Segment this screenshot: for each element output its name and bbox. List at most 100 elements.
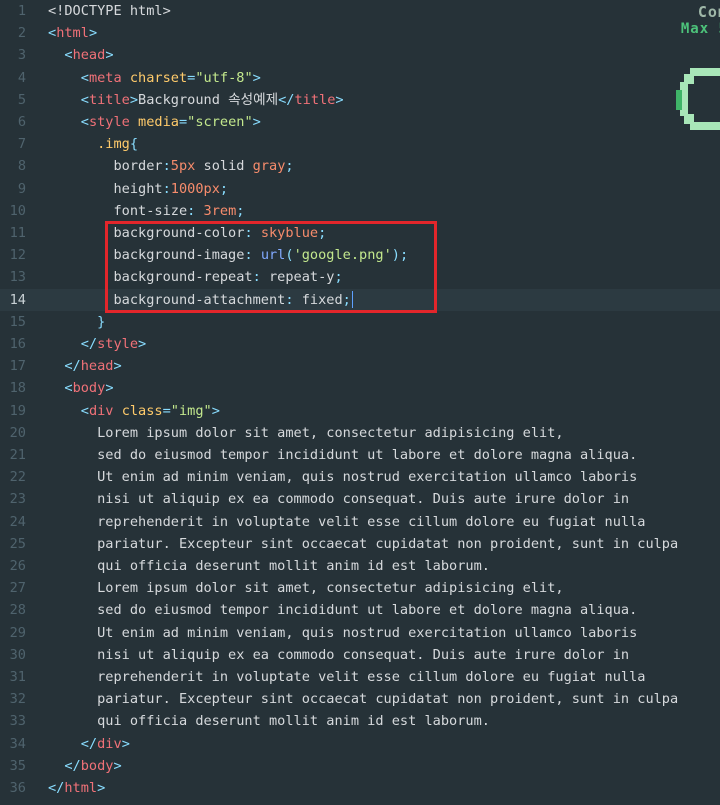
code-token: < xyxy=(64,380,73,397)
code-token: > xyxy=(88,25,98,42)
code-line[interactable]: 2 <html> xyxy=(0,22,720,44)
code-text[interactable]: } xyxy=(48,311,105,333)
code-line[interactable]: 35 </body> xyxy=(0,755,720,777)
code-line[interactable]: 29 Ut enim ad minim veniam, quis nostrud… xyxy=(0,622,720,644)
minimap-line-2: Max 5 xyxy=(680,21,720,37)
code-text[interactable]: .img{ xyxy=(48,133,138,155)
line-number: 1 xyxy=(17,3,26,19)
code-line[interactable]: 26 qui officia deserunt mollit anim id e… xyxy=(0,555,720,577)
code-token: body xyxy=(80,757,114,774)
code-line[interactable]: 24 reprehenderit in voluptate velit esse… xyxy=(0,511,720,533)
code-editor[interactable]: 1 <!DOCTYPE html> 2 <html> 3 <head> 4 <meta c… xyxy=(0,0,720,805)
code-text[interactable]: </div> xyxy=(48,733,130,755)
code-line[interactable]: 4 <meta charset="utf-8"> xyxy=(0,67,720,89)
code-token: > xyxy=(105,380,114,397)
code-text[interactable]: Lorem ipsum dolor sit amet, consectetur … xyxy=(48,577,564,599)
code-token: class xyxy=(121,402,163,419)
code-token: qui officia deserunt mollit anim id est … xyxy=(48,558,490,574)
line-number: 33 xyxy=(9,713,26,730)
code-line[interactable]: 9 height:1000px; xyxy=(0,178,720,200)
code-line[interactable]: 23 nisi ut aliquip ex ea commodo consequ… xyxy=(0,488,720,510)
code-text[interactable]: <body> xyxy=(48,377,114,399)
code-token: 5px xyxy=(170,158,196,175)
code-text[interactable]: reprehenderit in voluptate velit esse ci… xyxy=(48,666,645,688)
line-number: 5 xyxy=(17,91,26,108)
code-text[interactable]: </body> xyxy=(48,755,121,777)
line-number: 20 xyxy=(9,424,26,441)
code-line[interactable]: 21 sed do eiusmod tempor incididunt ut l… xyxy=(0,444,720,466)
code-line[interactable]: 31 reprehenderit in voluptate velit esse… xyxy=(0,666,720,688)
code-token: meta xyxy=(88,69,122,86)
code-text[interactable]: Ut enim ad minim veniam, quis nostrud ex… xyxy=(48,466,637,488)
code-text[interactable]: height:1000px; xyxy=(48,178,228,200)
line-number: 24 xyxy=(9,513,26,530)
code-token: media xyxy=(138,114,179,130)
code-line[interactable]: 5 <title>Background 속성예제</title> xyxy=(0,89,720,111)
line-number: 30 xyxy=(9,646,26,663)
code-text[interactable]: <title>Background 속성예제</title> xyxy=(48,89,344,111)
code-text[interactable]: reprehenderit in voluptate velit esse ci… xyxy=(48,511,645,533)
code-text[interactable]: Ut enim ad minim veniam, quis nostrud ex… xyxy=(48,622,637,644)
code-text[interactable]: </style> xyxy=(48,333,146,355)
code-text[interactable]: <head> xyxy=(48,44,113,66)
code-text[interactable]: </html> xyxy=(48,777,105,799)
code-line[interactable]: 18 <body> xyxy=(0,377,720,399)
line-number: 34 xyxy=(9,735,26,752)
code-line[interactable]: 34 </div> xyxy=(0,733,720,755)
code-text[interactable]: font-size: 3rem; xyxy=(48,200,244,222)
code-text[interactable]: Lorem ipsum dolor sit amet, consectetur … xyxy=(48,422,564,444)
code-text[interactable]: <div class="img"> xyxy=(48,400,220,422)
line-number: 35 xyxy=(9,757,26,774)
code-line[interactable]: 6 <style media="screen"> xyxy=(0,111,720,133)
code-line[interactable]: 25 pariatur. Excepteur sint occaecat cup… xyxy=(0,533,720,555)
code-text[interactable]: qui officia deserunt mollit anim id est … xyxy=(48,555,490,577)
code-text[interactable]: qui officia deserunt mollit anim id est … xyxy=(48,710,490,732)
code-token: </ xyxy=(64,358,81,375)
code-line[interactable]: 15 } xyxy=(0,311,720,333)
code-line[interactable]: 28 sed do eiusmod tempor incididunt ut l… xyxy=(0,599,720,621)
code-line[interactable]: 20 Lorem ipsum dolor sit amet, consectet… xyxy=(0,422,720,444)
code-line[interactable]: 1 <!DOCTYPE html> xyxy=(0,0,720,22)
code-text[interactable]: nisi ut aliquip ex ea commodo consequat.… xyxy=(48,644,629,666)
code-line[interactable]: 32 pariatur. Excepteur sint occaecat cup… xyxy=(0,688,720,710)
code-text[interactable]: pariatur. Excepteur sint occaecat cupida… xyxy=(48,533,678,555)
code-line[interactable]: 19 <div class="img"> xyxy=(0,400,720,422)
minimap-glyph-icon xyxy=(676,68,720,130)
code-text[interactable]: <html> xyxy=(48,22,97,44)
code-line[interactable]: 16 </style> xyxy=(0,333,720,355)
code-text[interactable]: nisi ut aliquip ex ea commodo consequat.… xyxy=(48,488,629,510)
code-text[interactable]: <meta charset="utf-8"> xyxy=(48,67,261,89)
code-line[interactable]: 22 Ut enim ad minim veniam, quis nostrud… xyxy=(0,466,720,488)
code-line[interactable]: 3 <head> xyxy=(0,44,720,66)
code-text[interactable]: </head> xyxy=(48,355,121,377)
code-token: < xyxy=(80,114,89,130)
code-token: charset xyxy=(129,69,188,86)
code-token: sed do eiusmod tempor incididunt ut labo… xyxy=(48,447,638,463)
code-token: head xyxy=(72,47,106,64)
code-token: Lorem ipsum dolor sit amet, consectetur … xyxy=(48,424,564,441)
code-line[interactable]: 30 nisi ut aliquip ex ea commodo consequ… xyxy=(0,644,720,666)
code-text[interactable]: <!DOCTYPE html> xyxy=(48,0,171,22)
code-line[interactable]: 27 Lorem ipsum dolor sit amet, consectet… xyxy=(0,577,720,599)
code-line[interactable]: 36 </html> xyxy=(0,777,720,799)
code-line[interactable]: 33 qui officia deserunt mollit anim id e… xyxy=(0,710,720,732)
code-text[interactable]: sed do eiusmod tempor incididunt ut labo… xyxy=(48,444,637,466)
code-token: < xyxy=(80,91,89,108)
code-text[interactable]: pariatur. Excepteur sint occaecat cupida… xyxy=(48,688,678,710)
code-line[interactable]: 17 </head> xyxy=(0,355,720,377)
code-text[interactable]: <style media="screen"> xyxy=(48,111,261,133)
code-text[interactable]: sed do eiusmod tempor incididunt ut labo… xyxy=(48,599,637,621)
code-line[interactable]: 7 .img{ xyxy=(0,133,720,155)
code-text[interactable]: border:5px solid gray; xyxy=(48,155,293,177)
code-token: ; xyxy=(236,202,245,219)
code-line[interactable]: 8 border:5px solid gray; xyxy=(0,155,720,177)
code-line[interactable]: 10 font-size: 3rem; xyxy=(0,200,720,222)
code-token: > xyxy=(97,780,106,796)
